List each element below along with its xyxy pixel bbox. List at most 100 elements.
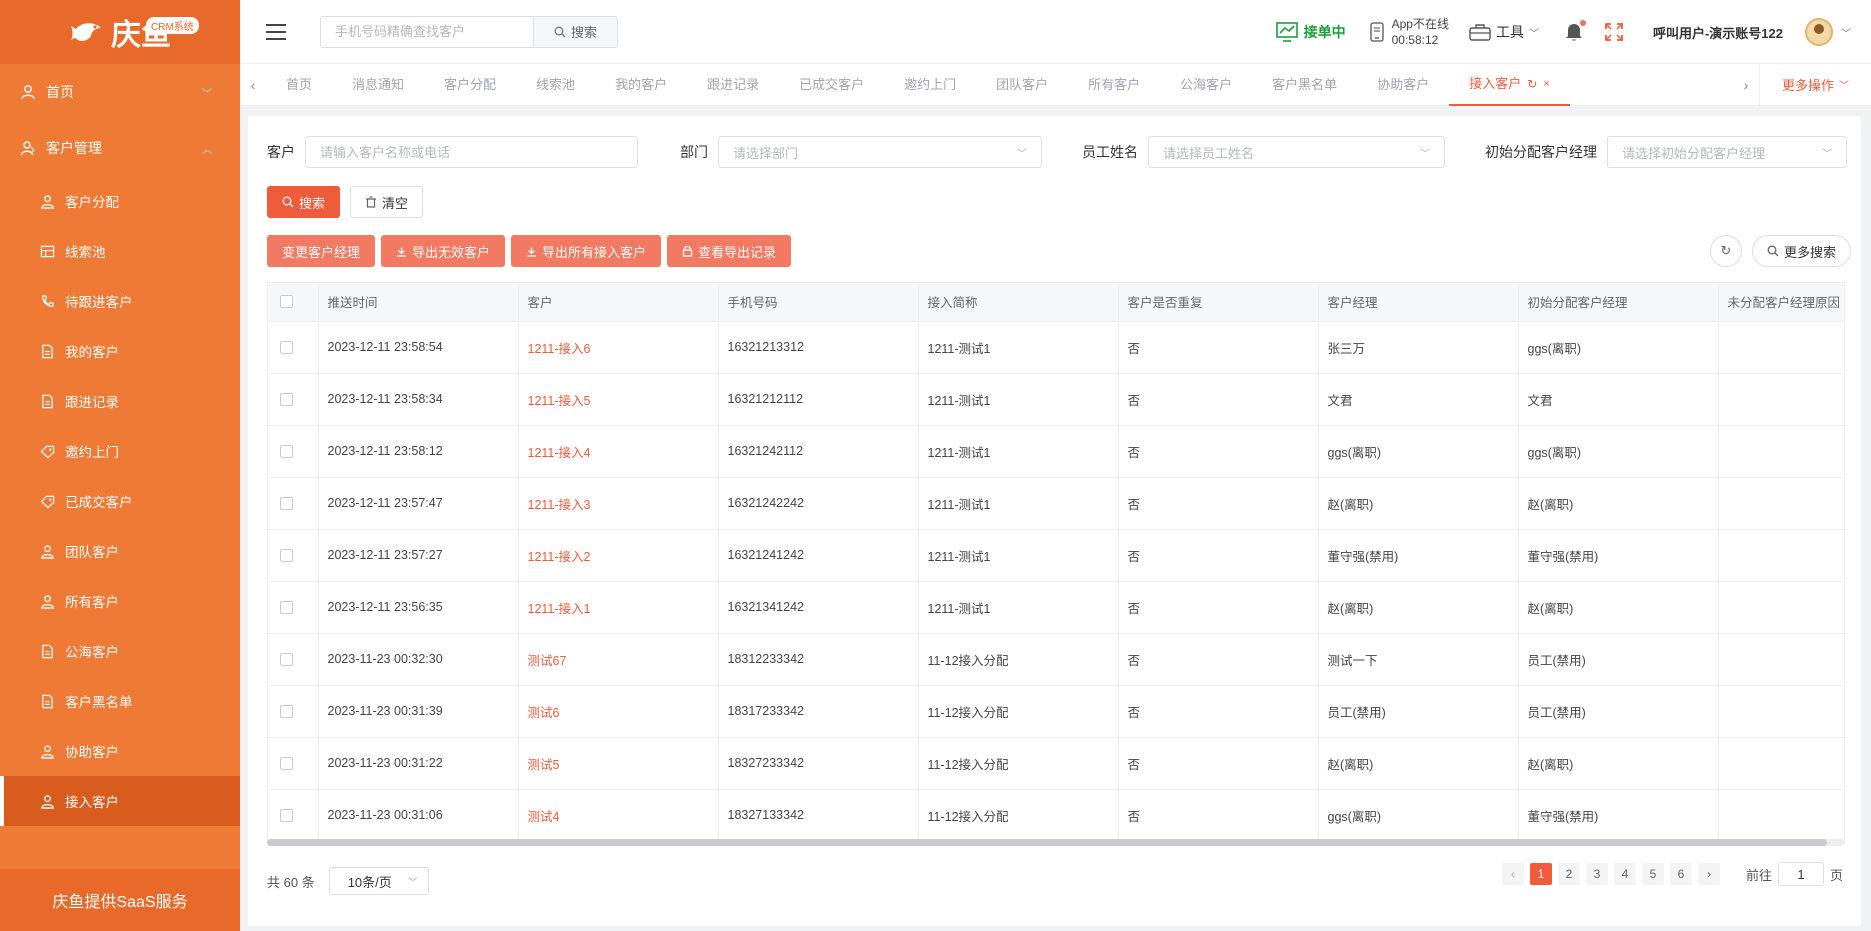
menu-toggle-icon[interactable] [266,23,286,40]
sidebar-item-invite-visit[interactable]: 邀约上门 [0,426,240,476]
customer-name-link[interactable]: 1211-接入6 [518,321,719,374]
clear-button[interactable]: 清空 [350,186,424,218]
sidebar-item-blacklist[interactable]: 客户黑名单 [0,676,240,726]
sidebar-item-customer-assign[interactable]: 客户分配 [0,176,240,226]
notification-bell[interactable] [1565,20,1586,42]
tab-messages[interactable]: 消息通知 [332,64,424,106]
tab-my-customers[interactable]: 我的客户 [595,64,687,106]
tab-followup-records[interactable]: 跟进记录 [687,64,779,106]
call-status[interactable]: 接单中 [1275,22,1346,42]
column-header[interactable]: 客户经理 [1318,283,1519,322]
tab-closed-customers[interactable]: 已成交客户 [779,64,884,106]
table-row[interactable]: 2023-12-11 23:56:35 1211-接入1 16321341242… [268,581,1844,634]
horizontal-scrollbar[interactable] [267,839,1845,846]
sidebar-item-all-customers[interactable]: 所有客户 [0,576,240,626]
view-export-records-button[interactable]: 查看导出记录 [667,235,792,267]
change-manager-button[interactable]: 变更客户经理 [267,235,376,267]
row-checkbox[interactable] [280,496,293,510]
tab-public-pool[interactable]: 公海客户 [1160,64,1252,106]
row-checkbox[interactable] [280,808,293,822]
customer-name-link[interactable]: 1211-接入3 [518,477,719,530]
fullscreen-icon[interactable] [1605,23,1623,41]
sidebar-item-inbound-customers[interactable]: 接入客户 [0,776,240,826]
row-checkbox[interactable] [280,600,293,614]
export-invalid-button[interactable]: 导出无效客户 [381,235,506,267]
export-all-button[interactable]: 导出所有接入客户 [511,235,662,267]
page-button[interactable]: 3 [1585,863,1608,885]
column-header[interactable]: 手机号码 [718,283,919,322]
row-checkbox[interactable] [280,392,293,406]
sidebar-item-public-pool[interactable]: 公海客户 [0,626,240,676]
column-header[interactable]: 接入简称 [918,283,1119,322]
staff-select[interactable]: 请选择员工姓名 ﹀ [1148,136,1445,168]
table-row[interactable]: 2023-12-11 23:57:27 1211-接入2 16321241242… [268,529,1844,582]
page-size-select[interactable]: 10条/页 ﹀ [328,867,429,895]
column-header[interactable]: 客户 [518,283,719,322]
table-row[interactable]: 2023-11-23 00:31:22 测试5 18327233342 11-1… [268,737,1844,790]
page-button[interactable]: 4 [1613,863,1636,885]
tools-dropdown[interactable]: 工具 ﹀ [1469,22,1539,42]
sidebar-item-followup-records[interactable]: 跟进记录 [0,376,240,426]
more-operations-dropdown[interactable]: 更多操作 ﹀ [1759,63,1871,106]
phone-search-input[interactable] [320,15,534,48]
goto-page-input[interactable] [1777,862,1824,886]
row-checkbox[interactable] [280,444,293,458]
avatar[interactable] [1805,18,1833,46]
table-row[interactable]: 2023-12-11 23:57:47 1211-接入3 16321242242… [268,477,1844,530]
page-button[interactable]: 5 [1641,863,1664,885]
tabs-scroll-right-icon[interactable]: › [1733,77,1759,93]
table-row[interactable]: 2023-12-11 23:58:34 1211-接入5 16321212112… [268,373,1844,426]
sidebar-item-my-customers[interactable]: 我的客户 [0,326,240,376]
tab-home[interactable]: 首页 [266,64,332,106]
initial-manager-select[interactable]: 请选择初始分配客户经理 ﹀ [1607,136,1847,168]
table-row[interactable]: 2023-11-23 00:32:30 测试67 18312233342 11-… [268,633,1844,686]
customer-name-link[interactable]: 1211-接入1 [518,581,719,634]
sidebar-item-assist-customers[interactable]: 协助客户 [0,726,240,776]
chevron-down-icon[interactable]: ﹀ [1841,25,1851,40]
page-button[interactable]: 1 [1529,863,1552,885]
row-checkbox[interactable] [280,548,293,562]
sidebar-item-closed-customers[interactable]: 已成交客户 [0,476,240,526]
row-checkbox[interactable] [280,340,293,354]
close-icon[interactable]: × [1543,64,1549,105]
table-row[interactable]: 2023-12-11 23:58:54 1211-接入6 16321213312… [268,321,1844,374]
column-header[interactable]: 初始分配客户经理 [1518,283,1719,322]
tab-team-customers[interactable]: 团队客户 [976,64,1068,106]
page-button[interactable]: 6 [1669,863,1692,885]
customer-name-link[interactable]: 1211-接入5 [518,373,719,426]
tab-blacklist[interactable]: 客户黑名单 [1252,64,1357,106]
customer-name-link[interactable]: 测试67 [518,633,719,686]
table-row[interactable]: 2023-11-23 00:31:39 测试6 18317233342 11-1… [268,685,1844,738]
prev-page-icon[interactable]: ‹ [1501,863,1524,885]
tab-assist-customers[interactable]: 协助客户 [1357,64,1449,106]
sidebar-item-home[interactable]: 首页 ﹀ [0,64,240,120]
tab-inbound-customers[interactable]: 接入客户 ↻ × [1449,64,1570,106]
sidebar-group-customer-management[interactable]: 客户管理 ︿ [0,120,240,176]
customer-filter-input[interactable] [305,136,638,168]
sidebar-item-team-customers[interactable]: 团队客户 [0,526,240,576]
table-row[interactable]: 2023-12-11 23:58:12 1211-接入4 16321242112… [268,425,1844,478]
customer-name-link[interactable]: 测试5 [518,737,719,790]
row-checkbox[interactable] [280,704,293,718]
account-name[interactable]: 呼叫用户-演示账号122 [1653,23,1783,42]
customer-name-link[interactable]: 测试4 [518,789,719,841]
tab-invite-visit[interactable]: 邀约上门 [884,64,976,106]
customer-name-link[interactable]: 1211-接入2 [518,529,719,582]
tab-lead-pool[interactable]: 线索池 [516,64,595,106]
row-checkbox[interactable] [280,652,293,666]
refresh-icon[interactable]: ↻ [1527,64,1537,105]
header-search-button[interactable]: 搜索 [534,15,618,48]
tabs-scroll-left-icon[interactable]: ‹ [240,77,266,93]
dept-select[interactable]: 请选择部门 ﹀ [718,136,1042,168]
search-button[interactable]: 搜索 [267,186,341,218]
customer-name-link[interactable]: 1211-接入4 [518,425,719,478]
tab-customer-assign[interactable]: 客户分配 [424,64,516,106]
row-checkbox[interactable] [280,756,293,770]
page-button[interactable]: 2 [1557,863,1580,885]
refresh-icon[interactable]: ↻ [1709,235,1742,267]
column-header[interactable]: 未分配客户经理原因 [1718,283,1844,322]
customer-name-link[interactable]: 测试6 [518,685,719,738]
scrollbar-thumb[interactable] [267,839,1827,846]
next-page-icon[interactable]: › [1697,863,1720,885]
tab-all-customers[interactable]: 所有客户 [1068,64,1160,106]
